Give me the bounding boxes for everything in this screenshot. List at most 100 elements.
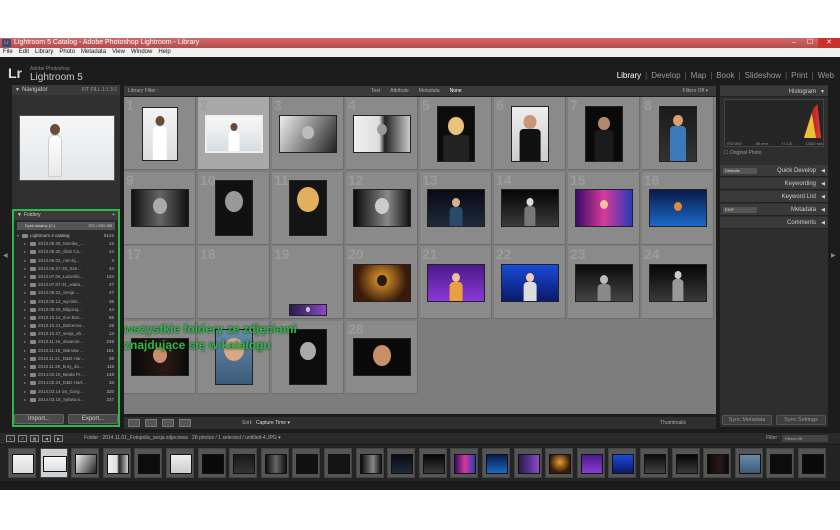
folders-header[interactable]: ▼ Foldery + — [14, 211, 118, 220]
filmstrip-thumbnail[interactable] — [324, 448, 352, 478]
navigator-header[interactable]: ▼ Navigator FIT FILL 1:1 3:1 — [12, 85, 120, 95]
photo-thumbnail[interactable] — [501, 263, 559, 302]
grid-cell[interactable]: 24 — [642, 246, 714, 319]
menu-window[interactable]: Window — [131, 48, 152, 57]
filmstrip-thumbnail[interactable] — [134, 448, 163, 478]
filmstrip-thumbnail[interactable] — [798, 448, 826, 478]
metadata-header[interactable]: EXIF Metadata ◀ — [720, 204, 828, 216]
module-library[interactable]: Library — [617, 71, 641, 80]
folder-item[interactable]: ▸ 2013.11.21_D&D Har... 39 — [14, 355, 118, 363]
grid-cell[interactable]: 14 — [494, 171, 566, 245]
grid-cell[interactable]: 21 — [420, 246, 492, 319]
histogram-graph[interactable]: ISO 800 85 mm f / 2.8 1/320 sec — [724, 99, 824, 147]
folder-item[interactable]: ▸ 2014.02.19_Beata Pr... 148 — [14, 371, 118, 379]
quick-develop-preset[interactable]: Defaults — [723, 168, 757, 174]
filmstrip-thumbnail[interactable] — [640, 448, 668, 478]
folder-item[interactable]: ▸ 2013.08.23_Sesja ... 47 — [14, 289, 118, 297]
module-map[interactable]: Map — [691, 71, 707, 80]
expand-arrow-icon[interactable]: ▸ — [24, 322, 26, 330]
catalog-folder[interactable]: ▾ Lightroom 4 catalog 5122 — [14, 232, 118, 240]
sync-settings-button[interactable]: Sync Settings — [776, 415, 826, 425]
quick-develop-header[interactable]: Defaults Quick Develop ◀ — [720, 165, 828, 177]
folder-item[interactable]: ▸ 2013.09.29_Bilgoraj... 44 — [14, 306, 118, 314]
module-web[interactable]: Web — [818, 71, 834, 80]
photo-thumbnail[interactable] — [575, 189, 633, 227]
grid-cell[interactable]: 6 — [494, 97, 566, 170]
filmstrip-thumbnail[interactable] — [71, 448, 100, 478]
grid-cell[interactable]: 12 — [346, 171, 418, 245]
photo-thumbnail[interactable] — [289, 180, 327, 236]
expand-arrow-icon[interactable]: ▸ — [24, 289, 26, 297]
module-develop[interactable]: Develop — [651, 71, 680, 80]
navigator-zoom-options[interactable]: FIT FILL 1:1 3:1 — [82, 85, 117, 95]
photo-thumbnail[interactable] — [353, 114, 411, 153]
maximize-button[interactable]: ☐ — [802, 38, 818, 48]
sync-metadata-button[interactable]: Sync Metadata — [722, 415, 772, 425]
expand-arrow-icon[interactable]: ▸ — [24, 347, 26, 355]
filmstrip-source[interactable]: Folder : 2014.11.01_Fotopolis_sesja zdje… — [84, 433, 281, 444]
filmstrip-thumbnail[interactable] — [8, 448, 36, 478]
folder-item[interactable]: ▸ 2013.07.07-31_waka... 27 — [14, 281, 118, 289]
filmstrip-thumbnail[interactable] — [766, 448, 795, 478]
photo-thumbnail[interactable] — [142, 106, 178, 161]
grid-cell[interactable]: 7 — [568, 97, 640, 170]
folder-item[interactable]: ▸ 2013.05.30_Ślub Ca... 44 — [14, 248, 118, 256]
photo-thumbnail[interactable] — [353, 189, 411, 227]
grid-cell[interactable]: 4 — [346, 97, 418, 170]
photo-thumbnail[interactable] — [575, 263, 633, 302]
menu-library[interactable]: Library — [35, 48, 53, 57]
folder-item[interactable]: ▸ 2014.03.18_Sylwia a... 237 — [14, 396, 118, 404]
photo-thumbnail[interactable] — [659, 105, 697, 162]
expand-arrow-icon[interactable]: ▸ — [24, 355, 26, 363]
filter-none[interactable]: None — [450, 86, 462, 96]
folder-item[interactable]: ▸ 2013.05.28_Monika_... 12 — [14, 240, 118, 248]
thumbnails-slider-label[interactable]: Thumbnails — [660, 417, 686, 429]
expand-arrow-icon[interactable]: ▸ — [24, 314, 26, 322]
folder-item[interactable]: ▸ 2013.10.21_Balcerow... 29 — [14, 322, 118, 330]
filmstrip-thumbnail[interactable] — [608, 448, 637, 478]
grid-cell[interactable]: 20 — [346, 246, 418, 319]
keywording-header[interactable]: Keywording ◀ — [720, 178, 828, 190]
folder-item[interactable]: ▸ 2013.06.27-28_Sze... 44 — [14, 265, 118, 273]
grid-view-button[interactable] — [128, 419, 140, 427]
menu-edit[interactable]: Edit — [19, 48, 29, 57]
filmstrip-thumbnail[interactable] — [229, 448, 258, 478]
photo-thumbnail[interactable] — [649, 189, 707, 227]
add-folder-icon[interactable]: + — [112, 211, 115, 220]
menu-file[interactable]: File — [3, 48, 13, 57]
expand-arrow-icon[interactable]: ▸ — [24, 330, 26, 338]
photo-thumbnail[interactable] — [131, 189, 189, 227]
loupe-view-button[interactable] — [145, 419, 157, 427]
grid-cell[interactable]: 8 — [642, 97, 714, 170]
expand-arrow-icon[interactable]: ▸ — [24, 371, 26, 379]
photo-thumbnail[interactable] — [205, 114, 263, 153]
filmstrip-thumbnail[interactable] — [355, 448, 384, 478]
filmstrip-thumbnail[interactable] — [260, 448, 289, 478]
grid-cell[interactable]: 22 — [494, 246, 566, 319]
close-button[interactable]: ✕ — [818, 38, 840, 48]
grid-cell[interactable]: 2 — [198, 97, 270, 170]
grid-cell[interactable]: 17 — [124, 246, 196, 319]
filmstrip-thumbnail[interactable] — [545, 448, 574, 478]
filter-dropdown[interactable]: Filters Off — [782, 435, 828, 442]
filmstrip-thumbnail[interactable] — [671, 448, 700, 478]
filmstrip-thumbnail[interactable] — [292, 448, 321, 478]
photo-thumbnail[interactable] — [289, 304, 327, 316]
filmstrip-thumbnail[interactable] — [576, 448, 605, 478]
filmstrip-thumbnail[interactable] — [418, 448, 447, 478]
filmstrip-thumbnail[interactable] — [450, 448, 479, 478]
photo-thumbnail[interactable] — [215, 180, 253, 236]
filters-off-dropdown[interactable]: Filters Off ▾ — [683, 86, 708, 96]
photo-thumbnail[interactable] — [585, 105, 623, 162]
metadata-preset[interactable]: EXIF — [723, 207, 757, 213]
module-print[interactable]: Print — [791, 71, 807, 80]
original-photo-checkbox[interactable]: ☐ Original Photo — [724, 150, 762, 156]
expand-arrow-icon[interactable]: ▸ — [24, 265, 26, 273]
grid-cell[interactable]: 5 — [420, 97, 492, 170]
expand-arrow-icon[interactable]: ▸ — [24, 379, 26, 387]
folder-item[interactable]: ▸ 2013.11.16_otwarcie... 249 — [14, 338, 118, 346]
filter-text[interactable]: Text — [371, 86, 380, 96]
photo-thumbnail[interactable] — [501, 189, 559, 227]
menu-view[interactable]: View — [112, 48, 125, 57]
filmstrip-thumbnail[interactable] — [703, 448, 732, 478]
